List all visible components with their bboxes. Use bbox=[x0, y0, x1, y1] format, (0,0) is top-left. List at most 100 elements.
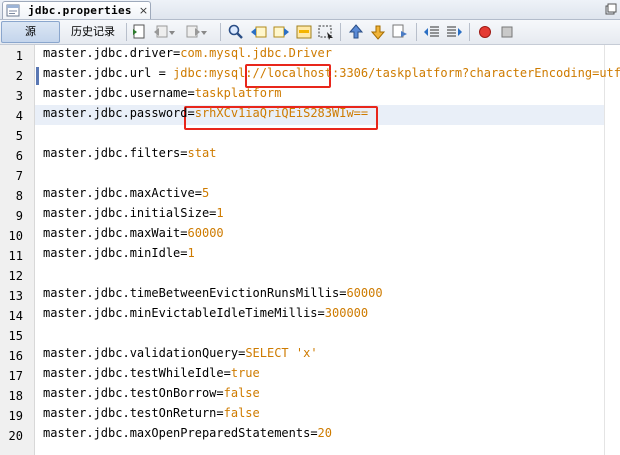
find-next-icon[interactable] bbox=[272, 23, 290, 41]
toggle-highlight-icon[interactable] bbox=[295, 23, 313, 41]
code-line[interactable]: master.jdbc.password=srhXCv1iaQriQEiS283… bbox=[43, 106, 368, 126]
property-key: master.jdbc.password bbox=[43, 106, 188, 120]
property-value: false bbox=[223, 406, 260, 420]
find-icon[interactable] bbox=[227, 23, 245, 41]
stop-macro-icon[interactable] bbox=[498, 23, 516, 41]
shift-left-icon[interactable] bbox=[423, 23, 441, 41]
toolbar-separator bbox=[416, 23, 417, 41]
property-key: master.jdbc.minEvictableIdleTimeMillis bbox=[43, 306, 318, 320]
property-separator: = bbox=[187, 106, 195, 120]
property-key: master.jdbc.testOnBorrow bbox=[43, 386, 217, 400]
property-separator: = bbox=[180, 246, 188, 260]
property-key: master.jdbc.maxActive bbox=[43, 186, 195, 200]
editor-tab-bar: jdbc.properties × bbox=[0, 0, 620, 20]
property-key: master.jdbc.initialSize bbox=[43, 206, 210, 220]
toolbar-separator bbox=[340, 23, 341, 41]
property-separator: = bbox=[180, 146, 188, 160]
property-value: stat bbox=[187, 146, 217, 160]
code-line[interactable]: master.jdbc.maxOpenPreparedStatements=20 bbox=[43, 426, 332, 446]
property-value: srhXCv1iaQriQEiS283WIw== bbox=[194, 106, 369, 120]
line-number: 6 bbox=[15, 149, 23, 163]
property-key: master.jdbc.maxWait bbox=[43, 226, 181, 240]
next-bookmark-icon[interactable] bbox=[369, 23, 387, 41]
source-view-button[interactable]: 源 bbox=[1, 21, 60, 43]
property-value: 60000 bbox=[346, 286, 383, 300]
property-separator: = bbox=[180, 226, 188, 240]
property-separator: = bbox=[223, 366, 231, 380]
code-line[interactable]: master.jdbc.url = jdbc:mysql://localhost… bbox=[43, 66, 620, 86]
rectangular-select-icon[interactable] bbox=[317, 23, 335, 41]
code-line[interactable]: master.jdbc.testOnBorrow=false bbox=[43, 386, 260, 406]
property-key: master.jdbc.url bbox=[43, 66, 152, 80]
line-number: 2 bbox=[15, 69, 23, 83]
property-value: 1 bbox=[216, 206, 224, 220]
line-number: 1 bbox=[15, 49, 23, 63]
property-key: master.jdbc.driver bbox=[43, 46, 174, 60]
property-separator: = bbox=[310, 426, 318, 440]
chevron-down-icon[interactable] bbox=[168, 23, 176, 41]
line-number: 12 bbox=[8, 269, 23, 283]
chevron-down-icon[interactable] bbox=[200, 23, 208, 41]
code-line[interactable]: master.jdbc.minEvictableIdleTimeMillis=3… bbox=[43, 306, 368, 326]
property-separator: = bbox=[216, 406, 224, 420]
property-key: master.jdbc.testOnReturn bbox=[43, 406, 217, 420]
property-value: taskplatform bbox=[194, 86, 282, 100]
property-key: master.jdbc.testWhileIdle bbox=[43, 366, 224, 380]
property-value: 20 bbox=[317, 426, 332, 440]
history-view-button[interactable]: 历史记录 bbox=[64, 21, 122, 43]
toggle-bookmark-icon[interactable] bbox=[391, 23, 409, 41]
code-line[interactable]: master.jdbc.validationQuery=SELECT 'x' bbox=[43, 346, 318, 366]
shift-right-icon[interactable] bbox=[445, 23, 463, 41]
previous-bookmark-icon[interactable] bbox=[347, 23, 365, 41]
change-marker bbox=[36, 67, 39, 85]
property-separator: = bbox=[216, 386, 224, 400]
code-editor[interactable]: 1 2 3 4 5 6 7 8 9 10 11 12 13 14 15 16 17 18 19 20 master.jd… bbox=[0, 45, 620, 455]
code-line[interactable]: master.jdbc.filters=stat bbox=[43, 146, 216, 166]
property-value: jdbc:mysql://localhost:3306/taskplatform… bbox=[173, 66, 620, 80]
line-number: 7 bbox=[15, 169, 23, 183]
code-line[interactable]: master.jdbc.username=taskplatform bbox=[43, 86, 281, 106]
find-previous-icon[interactable] bbox=[250, 23, 268, 41]
code-line[interactable]: master.jdbc.testOnReturn=false bbox=[43, 406, 260, 426]
line-number: 10 bbox=[8, 229, 23, 243]
code-line[interactable]: master.jdbc.driver=com.mysql.jdbc.Driver bbox=[43, 46, 332, 66]
code-line[interactable]: master.jdbc.testWhileIdle=true bbox=[43, 366, 260, 386]
code-line[interactable]: master.jdbc.maxWait=60000 bbox=[43, 226, 224, 246]
property-value: SELECT 'x' bbox=[245, 346, 318, 360]
property-value: 60000 bbox=[187, 226, 224, 240]
line-number: 4 bbox=[15, 109, 23, 123]
code-line[interactable]: master.jdbc.timeBetweenEvictionRunsMilli… bbox=[43, 286, 383, 306]
last-edit-icon[interactable] bbox=[131, 23, 149, 41]
property-value: 5 bbox=[201, 186, 210, 200]
property-key: master.jdbc.maxOpenPreparedStatements bbox=[43, 426, 311, 440]
line-number: 3 bbox=[15, 89, 23, 103]
code-line[interactable]: master.jdbc.maxActive=5 bbox=[43, 186, 209, 206]
property-value: com.mysql.jdbc.Driver bbox=[180, 46, 332, 60]
code-line[interactable]: master.jdbc.minIdle=1 bbox=[43, 246, 195, 266]
line-number: 11 bbox=[8, 249, 23, 263]
line-number: 16 bbox=[8, 349, 23, 363]
line-number: 20 bbox=[8, 429, 23, 443]
line-number: 14 bbox=[8, 309, 23, 323]
line-number: 8 bbox=[15, 189, 23, 203]
property-separator: = bbox=[151, 66, 174, 80]
line-number: 18 bbox=[8, 389, 23, 403]
toolbar-separator bbox=[220, 23, 221, 41]
property-value: 300000 bbox=[324, 306, 369, 320]
property-separator: = bbox=[317, 306, 325, 320]
start-macro-icon[interactable] bbox=[476, 23, 494, 41]
property-key: master.jdbc.timeBetweenEvictionRunsMilli… bbox=[43, 286, 340, 300]
close-icon[interactable]: × bbox=[138, 5, 149, 16]
toolbar-separator bbox=[469, 23, 470, 41]
property-key: master.jdbc.username bbox=[43, 86, 188, 100]
restore-window-icon[interactable] bbox=[604, 2, 618, 16]
right-margin-guide bbox=[604, 45, 605, 455]
tab-jdbc-properties[interactable]: jdbc.properties × bbox=[2, 1, 151, 19]
line-number: 13 bbox=[8, 289, 23, 303]
editor-toolbar: 源 历史记录 bbox=[0, 20, 620, 45]
code-line[interactable]: master.jdbc.initialSize=1 bbox=[43, 206, 224, 226]
line-number: 15 bbox=[8, 329, 23, 343]
property-value: false bbox=[223, 386, 260, 400]
tab-title: jdbc.properties bbox=[28, 4, 132, 17]
toolbar-separator bbox=[126, 23, 127, 41]
